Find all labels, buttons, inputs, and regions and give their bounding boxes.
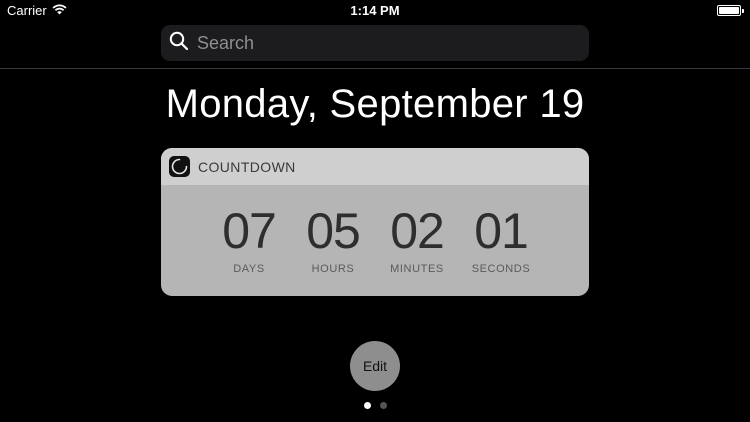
search-input[interactable] <box>197 32 567 54</box>
edit-button[interactable]: Edit <box>350 341 400 391</box>
today-view-screen: Carrier 1:14 PM Monday, September 19 <box>0 0 750 422</box>
date-heading: Monday, September 19 <box>165 82 585 126</box>
days-label: DAYS <box>233 263 265 275</box>
minutes-value: 02 <box>390 203 445 259</box>
countdown-widget[interactable]: COUNTDOWN 07 DAYS 05 HOURS 02 MINUTES 01… <box>161 148 589 296</box>
carrier-label: Carrier <box>7 3 47 18</box>
days-value: 07 <box>222 203 277 259</box>
seconds-label: SECONDS <box>471 263 531 275</box>
status-bar: Carrier 1:14 PM <box>0 0 750 22</box>
hours-value: 05 <box>306 203 361 259</box>
status-time: 1:14 PM <box>350 3 400 18</box>
countdown-minutes: 02 MINUTES <box>375 203 459 275</box>
search-bar[interactable] <box>161 25 589 61</box>
countdown-display: 07 DAYS 05 HOURS 02 MINUTES 01 SECONDS <box>161 185 589 296</box>
page-indicator[interactable] <box>0 402 750 409</box>
page-dot[interactable] <box>379 402 387 409</box>
minutes-label: MINUTES <box>390 263 444 275</box>
hours-label: HOURS <box>311 263 355 275</box>
widget-header[interactable]: COUNTDOWN <box>161 148 589 185</box>
page-dot[interactable] <box>363 402 371 409</box>
seconds-value: 01 <box>474 203 529 259</box>
carrier-info: Carrier <box>7 3 67 18</box>
countdown-app-icon <box>169 156 190 177</box>
search-icon <box>169 31 189 56</box>
search-divider <box>0 68 750 69</box>
countdown-hours: 05 HOURS <box>291 203 375 275</box>
battery-icon <box>717 5 744 16</box>
widget-title: COUNTDOWN <box>198 158 296 175</box>
wifi-icon <box>52 3 67 18</box>
countdown-days: 07 DAYS <box>207 203 291 275</box>
countdown-seconds: 01 SECONDS <box>459 203 543 275</box>
